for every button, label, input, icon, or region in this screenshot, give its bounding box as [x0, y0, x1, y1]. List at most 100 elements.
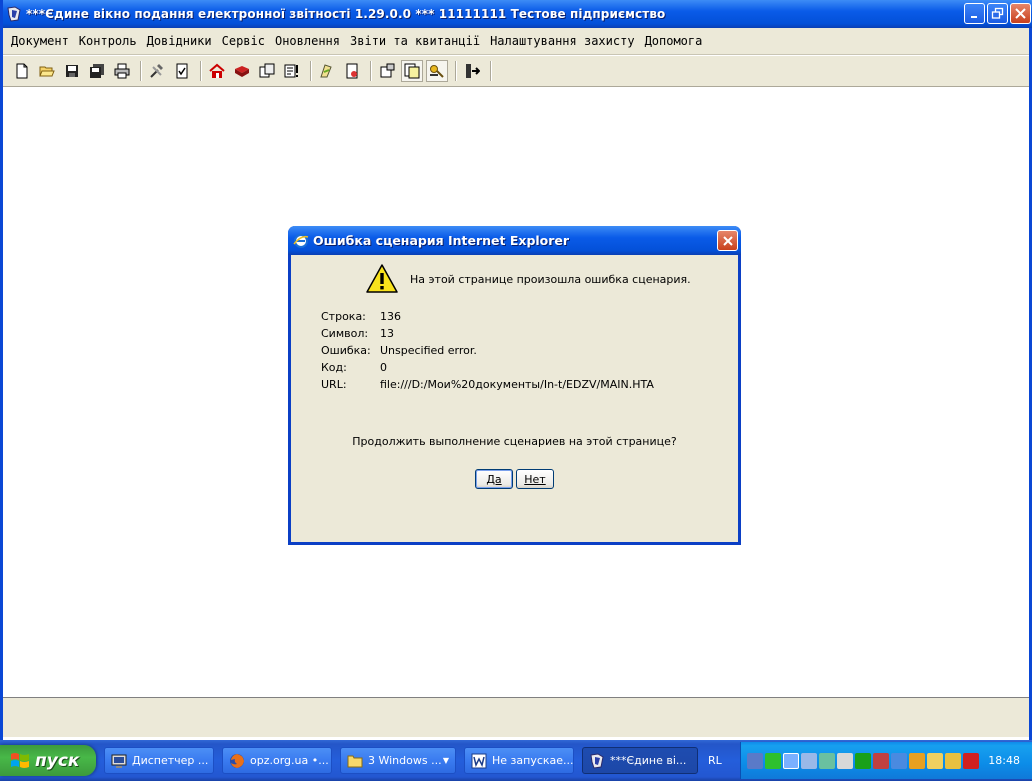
internet-explorer-icon [293, 233, 309, 248]
no-button-label: Нет [524, 472, 546, 486]
dialog-close-button[interactable] [717, 230, 738, 251]
no-button[interactable]: Нет [516, 469, 554, 489]
title-bar[interactable]: ***Єдине вікно подання електронної звітн… [3, 0, 1032, 28]
firefox-icon [230, 753, 244, 768]
continue-question: Продолжить выполнение сценариев на этой … [352, 435, 677, 448]
monitor-icon[interactable] [855, 752, 871, 769]
sign-button[interactable] [316, 60, 338, 82]
detail-row: Символ: 13 [321, 325, 654, 342]
menu-help[interactable]: Допомога [643, 32, 705, 50]
restore-icon [991, 7, 1004, 19]
detail-label: URL: [321, 378, 347, 391]
windows-logo-icon [11, 752, 29, 768]
detail-label: Строка: [321, 310, 366, 323]
update-icon[interactable] [801, 752, 817, 769]
detail-value: 136 [380, 310, 401, 323]
menu-updates[interactable]: Оновлення [273, 32, 342, 50]
detail-label: Код: [321, 361, 347, 374]
book-button[interactable] [231, 60, 253, 82]
close-window-button[interactable] [1010, 3, 1031, 24]
new-document-icon [16, 63, 28, 79]
copy-button[interactable] [256, 60, 278, 82]
detail-value: 13 [380, 327, 394, 340]
green-app-icon[interactable] [765, 752, 781, 769]
taskbar-button-firefox[interactable]: opz.org.ua •... [222, 747, 332, 774]
taskbar-button-label: Диспетчер ... [132, 754, 209, 767]
detail-row: URL: file:///D:/Мои%20документы/In-t/EDZV… [321, 376, 654, 393]
exit-icon [466, 64, 480, 78]
dialog-buttons: Да Нет [291, 469, 738, 489]
start-button[interactable]: пуск [0, 745, 96, 776]
tools-button[interactable] [146, 60, 168, 82]
menu-reports[interactable]: Звіти та квитанції [348, 32, 482, 50]
yes-button-label: Да [486, 472, 502, 486]
antivirus-icon[interactable] [963, 752, 979, 769]
detail-value: Unspecified error. [380, 344, 477, 357]
language-indicator[interactable]: RL [708, 754, 732, 767]
start-label: пуск [35, 750, 80, 771]
status-bar [3, 697, 1029, 737]
minimize-button[interactable] [964, 3, 985, 24]
key-button[interactable] [426, 60, 448, 82]
volume-icon[interactable] [837, 752, 853, 769]
taskbar-button-word[interactable]: Не запускае... [464, 747, 574, 774]
dialog-title-bar[interactable]: Ошибка сценария Internet Explorer [288, 226, 741, 255]
report-button[interactable] [281, 60, 303, 82]
toolbar-separator [140, 61, 142, 81]
yes-button[interactable]: Да [475, 469, 513, 489]
network-connection-icon[interactable] [873, 752, 889, 769]
recycle-icon[interactable] [819, 752, 835, 769]
security-icon[interactable] [891, 752, 907, 769]
network-icon[interactable] [747, 752, 763, 769]
clock[interactable]: 18:48 [988, 754, 1020, 767]
save-all-icon [90, 64, 104, 78]
open-button[interactable] [36, 60, 58, 82]
new-document-button[interactable] [11, 60, 33, 82]
copy-icon [259, 63, 275, 78]
toolbar-separator [370, 61, 372, 81]
save-button[interactable] [61, 60, 83, 82]
taskbar-button-task-manager[interactable]: Диспетчер ... [104, 747, 214, 774]
menu-document[interactable]: Документ [9, 32, 71, 50]
chevron-down-icon: ▼ [442, 756, 449, 765]
home-button[interactable] [206, 60, 228, 82]
taskbar-button-label: Не запускае... [492, 754, 574, 767]
taskbar-button-active-app[interactable]: ***Єдине ві... [582, 747, 698, 774]
display-icon[interactable] [783, 752, 799, 769]
toolbar-separator [310, 61, 312, 81]
settings-button[interactable] [376, 60, 398, 82]
taskbar-button-windows-folder[interactable]: 3 Windows ... ▼ [340, 747, 456, 774]
documents-button[interactable] [401, 60, 423, 82]
detail-label: Символ: [321, 327, 369, 340]
check-document-button[interactable] [171, 60, 193, 82]
check-document-icon [176, 63, 188, 79]
taskbar-button-label: ***Єдине ві... [610, 754, 687, 767]
menu-security-settings[interactable]: Налаштування захисту [488, 32, 637, 50]
script-error-dialog: Ошибка сценария Internet Explorer На это… [288, 226, 741, 545]
detail-label: Ошибка: [321, 344, 371, 357]
taskbar: пуск Диспетчер ... opz.org.ua •... 3 Win… [0, 740, 1032, 781]
settings-icon [380, 63, 395, 78]
exit-button[interactable] [461, 60, 483, 82]
print-button[interactable] [111, 60, 133, 82]
system-tray: 18:48 [740, 742, 1032, 779]
detail-value: file:///D:/Мои%20документы/In-t/EDZV/MAI… [380, 378, 654, 391]
close-icon [722, 235, 733, 246]
restore-button[interactable] [987, 3, 1008, 24]
certificate-button[interactable] [341, 60, 363, 82]
detail-value: 0 [380, 361, 387, 374]
menu-control[interactable]: Контроль [77, 32, 139, 50]
save-all-button[interactable] [86, 60, 108, 82]
bulb-icon[interactable] [927, 752, 943, 769]
menu-service[interactable]: Сервіс [220, 32, 267, 50]
chat-icon[interactable] [945, 752, 961, 769]
detail-row: Ошибка: Unspecified error. [321, 342, 654, 359]
warning-icon [366, 264, 398, 293]
agent-icon[interactable] [909, 752, 925, 769]
app-icon [7, 6, 21, 22]
toolbar-separator [200, 61, 202, 81]
book-icon [235, 66, 249, 77]
error-details: Строка: 136 Символ: 13 Ошибка: Unspecified … [321, 308, 654, 393]
menu-directories[interactable]: Довідники [145, 32, 214, 50]
toolbar-separator [455, 61, 457, 81]
